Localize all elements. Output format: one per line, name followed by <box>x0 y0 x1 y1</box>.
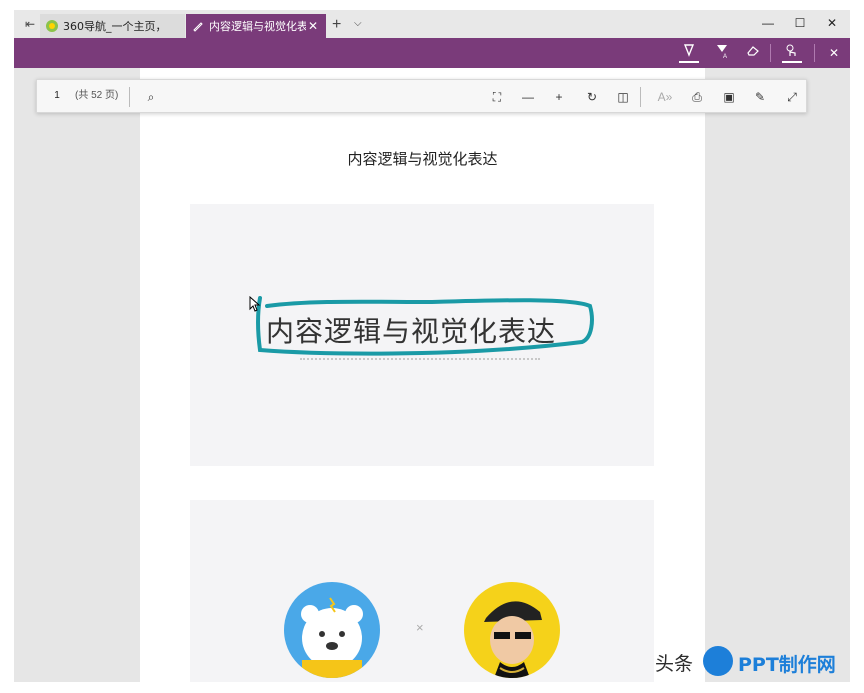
ink-toolbar: A ✕ <box>14 38 850 68</box>
ballpoint-pen-icon[interactable] <box>679 43 699 63</box>
search-icon[interactable]: ⌕ <box>141 87 161 107</box>
browser-window: ⇤ 360导航_一个主页，整个世 内容逻辑与视觉化表达 ✕ + ⌵ — ☐ ✕ … <box>14 10 850 682</box>
fit-page-icon[interactable]: ⛶ <box>487 87 507 107</box>
ink-toolbar-separator <box>814 44 815 62</box>
tab-label: 内容逻辑与视觉化表达 <box>209 20 306 33</box>
slide-thumbnail: × <box>190 500 654 682</box>
print-icon[interactable]: ⎙ <box>687 87 707 107</box>
rotate-icon[interactable]: ↻ <box>582 87 602 107</box>
page-total-label: (共 52 页) <box>75 90 119 101</box>
tab-close-icon[interactable]: ✕ <box>306 19 320 33</box>
tab-menu-chevron-icon[interactable]: ⌵ <box>354 18 362 29</box>
mouse-cursor-icon <box>249 296 261 312</box>
save-icon[interactable]: ▣ <box>719 87 739 107</box>
tab-preview-icon[interactable]: ⇤ <box>22 17 38 31</box>
watermark-prefix: 头条 <box>655 653 694 675</box>
exit-ink-close-icon[interactable]: ✕ <box>824 43 844 63</box>
slide-dotted-line <box>300 358 540 360</box>
minimize-button[interactable]: — <box>758 16 778 30</box>
ink-toolbar-separator <box>770 44 771 62</box>
360-browser-icon <box>46 20 58 32</box>
document-title: 内容逻辑与视觉化表达 <box>347 150 498 168</box>
watermark-site: PPT制作网 <box>738 654 836 676</box>
maximize-button[interactable]: ☐ <box>790 16 810 30</box>
bear-avatar-icon <box>284 582 380 678</box>
fullscreen-icon[interactable]: ⤢ <box>782 87 802 107</box>
page-number-input[interactable]: 1 <box>45 86 69 106</box>
tab-current-document[interactable]: 内容逻辑与视觉化表达 ✕ <box>186 14 326 38</box>
window-close-button[interactable]: ✕ <box>822 16 842 30</box>
save-as-icon[interactable]: ✎ <box>750 87 770 107</box>
toolbar-separator <box>129 87 130 107</box>
zoom-in-icon[interactable]: + <box>549 87 569 107</box>
eraser-icon[interactable] <box>743 43 763 63</box>
pdf-page: 内容逻辑与视觉化表达 内容逻辑与视觉化表达 × <box>140 68 705 682</box>
slide-headline: 内容逻辑与视觉化表达 <box>266 315 557 348</box>
slide-thumbnail: 内容逻辑与视觉化表达 <box>190 204 654 466</box>
watermark-logo-icon <box>703 646 733 676</box>
highlighter-icon[interactable]: A <box>712 43 732 63</box>
tab-360-navigation[interactable]: 360导航_一个主页，整个世 <box>40 14 185 38</box>
pdf-viewer[interactable]: 内容逻辑与视觉化表达 内容逻辑与视觉化表达 × 1 (共 52 页) ⌕ ⛶ —… <box>14 68 850 682</box>
tab-bar: ⇤ 360导航_一个主页，整个世 内容逻辑与视觉化表达 ✕ + ⌵ — ☐ ✕ <box>14 10 850 38</box>
read-aloud-icon[interactable]: A» <box>655 87 675 107</box>
touch-writing-icon[interactable] <box>782 43 802 63</box>
pdf-pen-icon <box>192 20 204 32</box>
pdf-toolbar: 1 (共 52 页) ⌕ ⛶ — + ↻ ◫ A» ⎙ ▣ ✎ ⤢ <box>36 79 807 113</box>
svg-text:A: A <box>723 54 727 59</box>
cartoon-man-avatar-icon <box>464 582 560 678</box>
new-tab-button[interactable]: + <box>332 16 341 34</box>
zoom-out-icon[interactable]: — <box>518 87 538 107</box>
toolbar-separator <box>640 87 641 107</box>
tab-label: 360导航_一个主页，整个世 <box>63 20 165 33</box>
times-symbol: × <box>416 620 424 635</box>
layout-icon[interactable]: ◫ <box>613 87 633 107</box>
